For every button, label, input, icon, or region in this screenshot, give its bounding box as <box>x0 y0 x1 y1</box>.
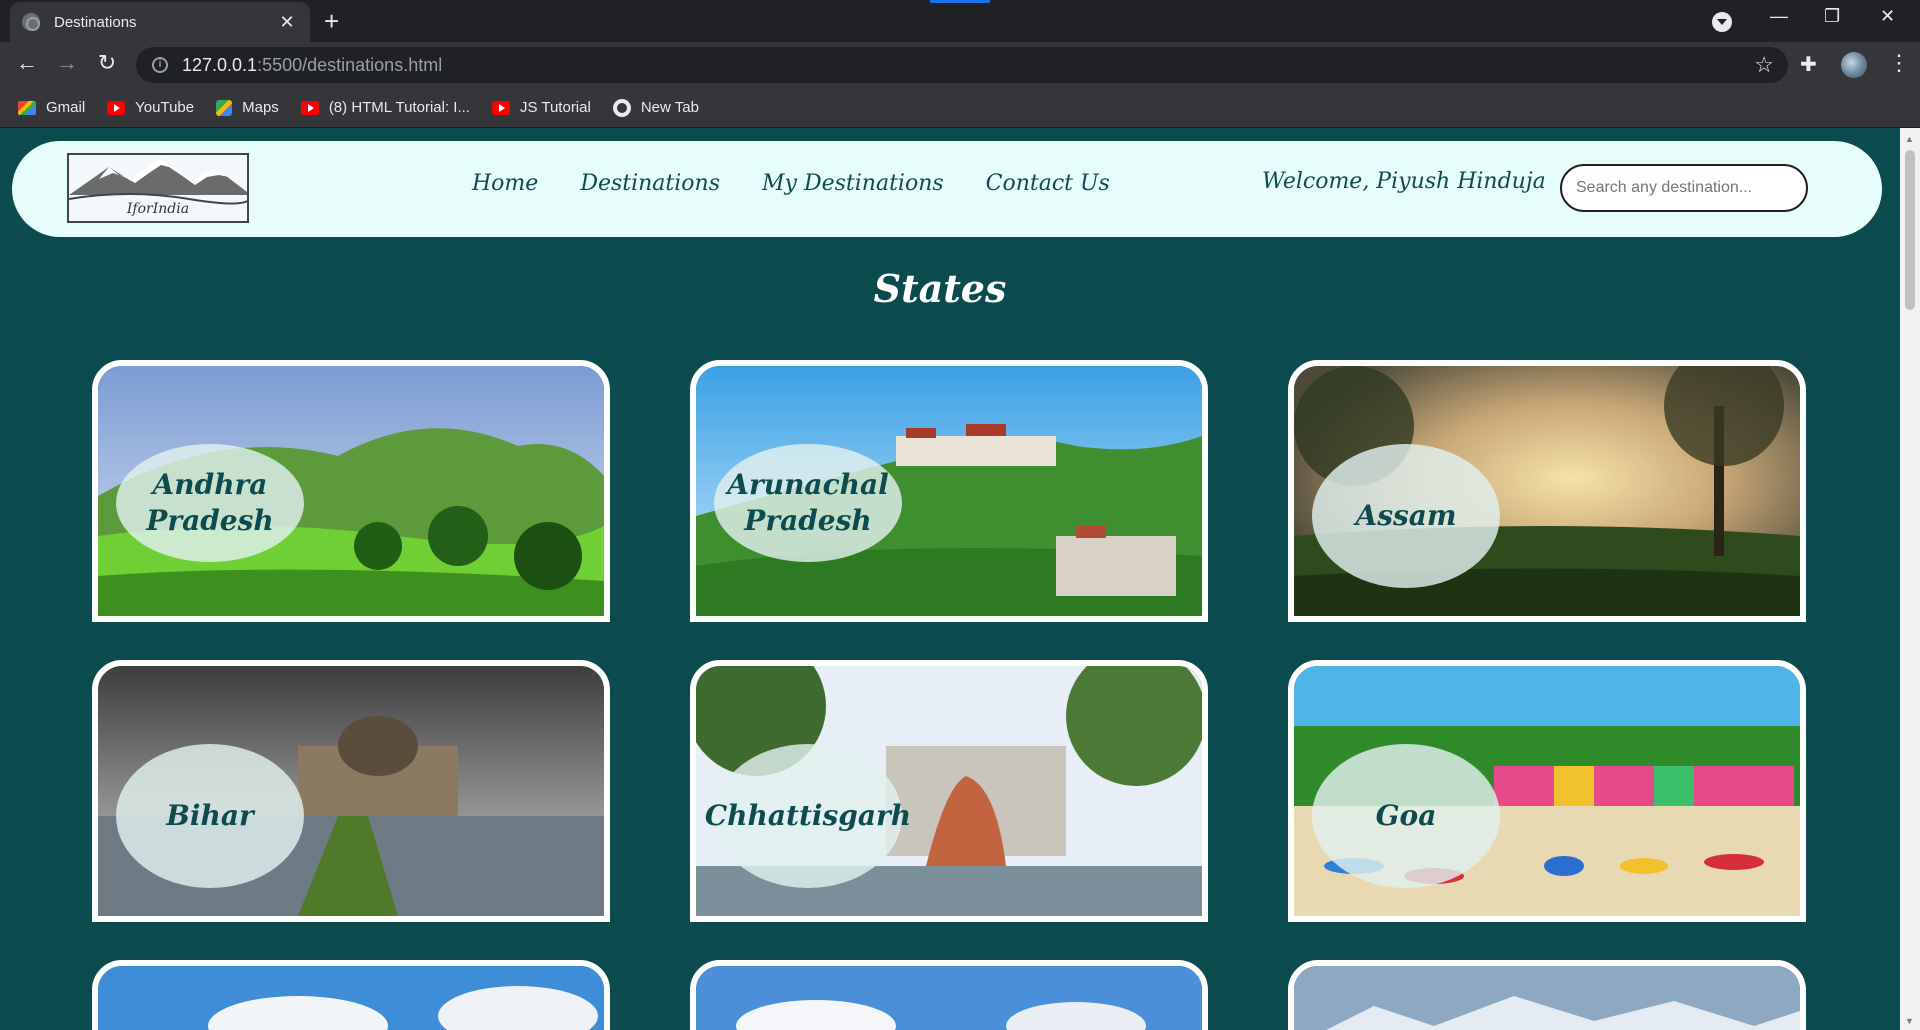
gmail-icon <box>18 100 36 115</box>
page-title: States <box>873 266 1007 311</box>
browser-tab[interactable]: Destinations ✕ <box>10 2 310 42</box>
state-name: Andhra Pradesh <box>146 468 274 537</box>
nav-destinations[interactable]: Destinations <box>580 171 720 196</box>
maps-icon <box>216 99 233 116</box>
youtube-icon <box>491 100 510 115</box>
state-label-bubble: Arunachal Pradesh <box>714 444 902 562</box>
state-label-bubble: Goa <box>1312 744 1500 888</box>
welcome-message: Welcome, Piyush Hinduja <box>1262 169 1546 194</box>
nav-links: Home Destinations My Destinations Contac… <box>472 171 1152 196</box>
menu-icon[interactable]: ⋮ <box>1888 50 1910 76</box>
state-label-bubble: Assam <box>1312 444 1500 588</box>
state-name: Chhattisgarh <box>704 799 912 832</box>
close-icon[interactable]: ✕ <box>276 12 298 33</box>
state-label-bubble: Andhra Pradesh <box>116 444 304 562</box>
bookmark-new-tab[interactable]: New Tab <box>612 98 699 117</box>
forward-icon[interactable]: → <box>52 50 82 76</box>
url-host: 127.0.0.1 <box>182 54 258 75</box>
bookmark-gmail[interactable]: Gmail <box>18 99 85 116</box>
profile-avatar[interactable] <box>1841 52 1867 78</box>
state-card-assam[interactable]: Assam <box>1288 360 1806 622</box>
nav-contact-us[interactable]: Contact Us <box>986 171 1110 196</box>
info-icon[interactable]: i <box>152 57 168 73</box>
tab-title: Destinations <box>54 13 137 31</box>
bookmark-label: YouTube <box>135 99 195 116</box>
state-card-andhra-pradesh[interactable]: Andhra Pradesh <box>92 360 610 622</box>
page-scrollbar[interactable]: ▲ ▼ <box>1900 128 1920 1030</box>
scroll-down-icon[interactable]: ▼ <box>1905 1016 1914 1026</box>
url-path: :5500/destinations.html <box>257 54 443 75</box>
bookmarks-bar: Gmail YouTube Maps (8) HTML Tutorial: I.… <box>0 88 1920 128</box>
youtube-icon <box>107 100 126 115</box>
state-name: Goa <box>1375 799 1437 832</box>
state-name: Bihar <box>166 799 254 832</box>
state-image <box>98 966 604 1030</box>
bookmark-youtube[interactable]: YouTube <box>107 99 194 116</box>
state-card[interactable] <box>690 960 1208 1030</box>
bookmark-label: New Tab <box>640 99 699 116</box>
state-card[interactable] <box>92 960 610 1030</box>
youtube-icon <box>300 100 319 115</box>
bookmark-label: (8) HTML Tutorial: I... <box>328 99 470 116</box>
bookmark-html-tutorial[interactable]: (8) HTML Tutorial: I... <box>300 99 470 116</box>
state-card-chhattisgarh[interactable]: Chhattisgarh <box>690 660 1208 922</box>
destination-search-input[interactable] <box>1560 164 1808 212</box>
browser-tabstrip: Destinations ✕ + — ❐ ✕ <box>0 0 1920 42</box>
window-close-icon[interactable]: ✕ <box>1880 6 1895 27</box>
new-tab-icon[interactable]: + <box>324 6 339 37</box>
site-logo[interactable]: IforIndia <box>67 153 249 223</box>
state-card-bihar[interactable]: Bihar <box>92 660 610 922</box>
reload-icon[interactable]: ↻ <box>92 50 122 76</box>
extensions-icon[interactable]: ✚ <box>1800 52 1817 77</box>
state-label-bubble: Bihar <box>116 744 304 888</box>
bookmark-star-icon[interactable]: ☆ <box>1754 52 1774 78</box>
globe-icon <box>22 13 40 31</box>
state-name: Arunachal Pradesh <box>727 468 889 537</box>
scroll-up-icon[interactable]: ▲ <box>1905 134 1914 144</box>
state-card-goa[interactable]: Goa <box>1288 660 1806 922</box>
tab-search-icon[interactable] <box>1712 12 1732 32</box>
nav-my-destinations[interactable]: My Destinations <box>762 171 944 196</box>
site-navbar: IforIndia Home Destinations My Destinati… <box>12 141 1882 237</box>
scroll-thumb[interactable] <box>1905 150 1915 310</box>
bookmark-maps[interactable]: Maps <box>216 99 279 116</box>
tabstrip-accent <box>930 0 990 3</box>
states-grid: Andhra Pradesh Arunachal Pradesh Assam B… <box>92 360 1806 1030</box>
state-label-bubble: Chhattisgarh <box>705 744 911 888</box>
bookmark-js-tutorial[interactable]: JS Tutorial <box>491 99 591 116</box>
state-card[interactable] <box>1288 960 1806 1030</box>
bookmark-label: JS Tutorial <box>519 99 591 116</box>
back-icon[interactable]: ← <box>12 50 42 76</box>
state-image <box>1294 966 1800 1030</box>
state-card-arunachal-pradesh[interactable]: Arunachal Pradesh <box>690 360 1208 622</box>
page-viewport: IforIndia Home Destinations My Destinati… <box>0 128 1900 1030</box>
restore-icon[interactable]: ❐ <box>1824 6 1840 27</box>
logo-text: IforIndia <box>126 201 190 217</box>
globe-icon <box>612 98 631 117</box>
bookmark-label: Gmail <box>46 99 86 116</box>
address-bar[interactable]: i 127.0.0.1:5500/destinations.html ☆ <box>136 47 1788 83</box>
bookmark-label: Maps <box>242 99 279 116</box>
nav-home[interactable]: Home <box>472 171 538 196</box>
state-name: Assam <box>1355 499 1457 532</box>
state-image <box>696 966 1202 1030</box>
browser-toolbar: ← → ↻ i 127.0.0.1:5500/destinations.html… <box>0 42 1920 88</box>
minimize-icon[interactable]: — <box>1770 6 1788 27</box>
